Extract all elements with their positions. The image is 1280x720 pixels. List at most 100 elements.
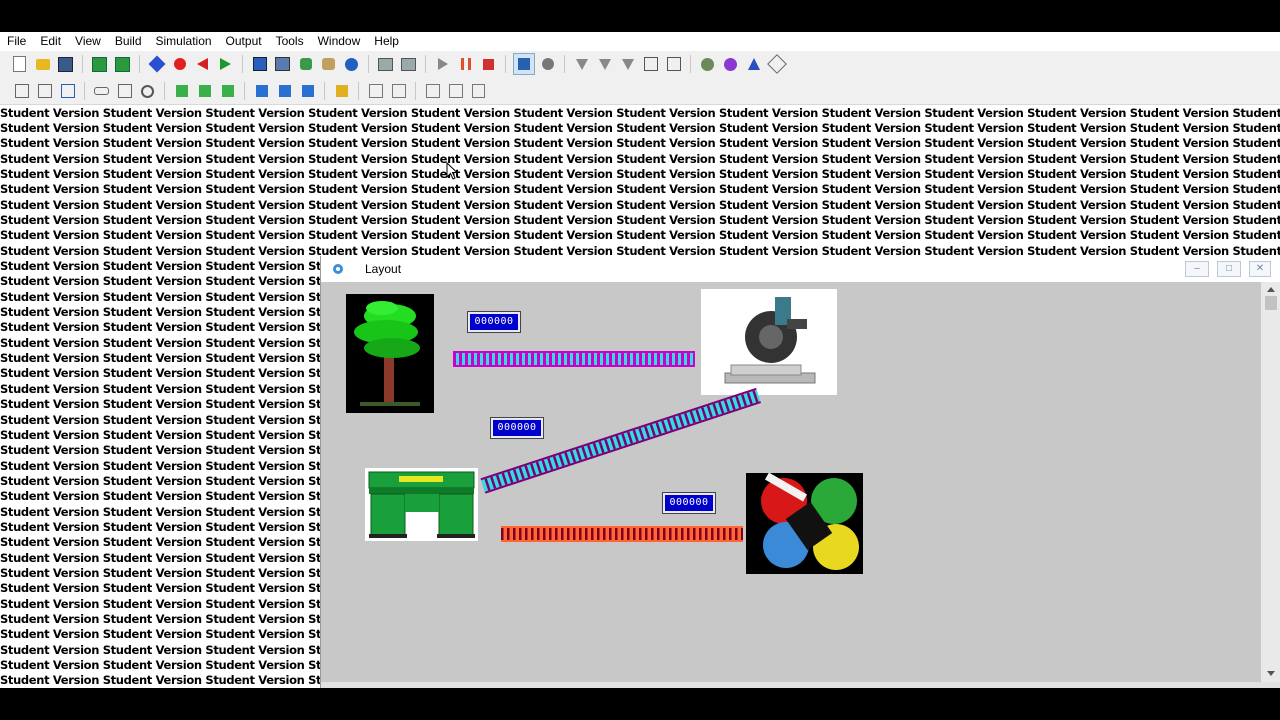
filter-icon[interactable] xyxy=(595,54,615,74)
watermark-line: Student Version Student Version Student … xyxy=(0,581,322,596)
tree-source-picture[interactable] xyxy=(346,294,434,413)
watermark-line: Student Version Student Version Student … xyxy=(0,412,322,427)
windows-icon[interactable] xyxy=(399,54,419,74)
menu-file[interactable]: File xyxy=(0,32,33,51)
watermark-line: Student Version Student Version Student … xyxy=(0,673,322,688)
rebuild-icon[interactable] xyxy=(113,54,133,74)
watermark-line: Student Version Student Version Student … xyxy=(0,612,322,627)
minimize-button[interactable]: – xyxy=(1185,261,1209,277)
tools-icon[interactable] xyxy=(698,54,718,74)
filter-icon[interactable] xyxy=(618,54,638,74)
shapes-icon[interactable] xyxy=(766,54,787,74)
import-icon[interactable] xyxy=(423,81,443,101)
checkpoint-icon[interactable] xyxy=(147,54,167,74)
build-icon[interactable] xyxy=(90,54,110,74)
menu-simulation[interactable]: Simulation xyxy=(149,32,219,51)
chart-icon[interactable] xyxy=(664,54,684,74)
pause-icon[interactable] xyxy=(456,54,476,74)
triangle-icon[interactable] xyxy=(744,54,764,74)
watermark-line: Student Version Student Version Student … xyxy=(0,351,322,366)
menu-edit[interactable]: Edit xyxy=(33,32,68,51)
edit-chart-icon[interactable] xyxy=(641,54,661,74)
menu-output[interactable]: Output xyxy=(219,32,269,51)
conveyor-tree-to-saw[interactable] xyxy=(453,351,695,367)
toolbar-separator xyxy=(139,55,140,73)
speed-icon[interactable] xyxy=(538,54,558,74)
letter-m-icon[interactable] xyxy=(252,81,272,101)
watermark-line: Student Version Student Version Student … xyxy=(0,504,322,519)
watermark-line: Student Version Student Version Student … xyxy=(0,596,322,611)
grid-icon[interactable] xyxy=(12,81,32,101)
menu-build[interactable]: Build xyxy=(108,32,149,51)
attributes-icon[interactable] xyxy=(389,81,409,101)
letter-u-icon[interactable] xyxy=(298,81,318,101)
lathe-machine-picture[interactable] xyxy=(365,468,478,541)
filter-icon[interactable] xyxy=(572,54,592,74)
properties-icon[interactable] xyxy=(366,81,386,101)
table-icon[interactable] xyxy=(115,81,135,101)
horizontal-scrollbar[interactable] xyxy=(321,682,1280,688)
layout-titlebar[interactable]: Layout – □ ✕ xyxy=(321,256,1280,282)
saw-machine-picture[interactable] xyxy=(701,289,837,395)
open-folder-icon[interactable] xyxy=(33,54,53,74)
watermark-line: Student Version Student Version Student … xyxy=(0,550,322,565)
paint-station-picture[interactable] xyxy=(746,473,863,574)
maximize-button[interactable]: □ xyxy=(1217,261,1241,277)
export-icon[interactable] xyxy=(446,81,466,101)
variable-icon[interactable] xyxy=(332,81,352,101)
cycle-icon[interactable] xyxy=(721,54,741,74)
back-arrow-icon[interactable] xyxy=(193,54,213,74)
chop-saw-image xyxy=(724,297,816,384)
tree-counter: 000000 xyxy=(467,311,521,333)
watermark-line: Student Version Student Version Student … xyxy=(0,212,1280,227)
pipe-icon[interactable] xyxy=(319,54,339,74)
stop-record-icon[interactable] xyxy=(170,54,190,74)
save-icon[interactable] xyxy=(56,54,76,74)
menu-bar: File Edit View Build Simulation Output T… xyxy=(0,32,1280,51)
watermark-line: Student Version Student Version Student … xyxy=(0,289,322,304)
scroll-thumb[interactable] xyxy=(1265,296,1277,310)
middle-counter: 000000 xyxy=(490,417,544,439)
forward-arrow-icon[interactable] xyxy=(216,54,236,74)
menu-window[interactable]: Window xyxy=(311,32,368,51)
run-icon[interactable] xyxy=(433,54,453,74)
watermark-line: Student Version Student Version Student … xyxy=(0,105,1280,120)
new-file-icon[interactable] xyxy=(10,54,30,74)
animation-icon[interactable] xyxy=(512,53,535,75)
link-icon[interactable] xyxy=(92,81,112,101)
menu-help[interactable]: Help xyxy=(367,32,406,51)
zoom-icon[interactable] xyxy=(138,81,158,101)
close-button[interactable]: ✕ xyxy=(1249,261,1271,277)
paint-counter: 000000 xyxy=(662,492,716,514)
element-cube-icon[interactable] xyxy=(250,54,270,74)
delete-icon[interactable] xyxy=(469,81,489,101)
layout-icon[interactable] xyxy=(35,81,55,101)
watermark-line: Student Version Student Version Student … xyxy=(0,519,322,534)
layout-window-icon xyxy=(333,264,343,274)
scroll-down-arrow-icon[interactable] xyxy=(1267,671,1275,676)
menu-view[interactable]: View xyxy=(68,32,108,51)
letter-y-icon[interactable] xyxy=(218,81,238,101)
stop-icon[interactable] xyxy=(479,54,499,74)
info-icon[interactable] xyxy=(342,54,362,74)
menu-tools[interactable]: Tools xyxy=(269,32,311,51)
letter-a-icon[interactable] xyxy=(172,81,192,101)
scroll-up-arrow-icon[interactable] xyxy=(1267,287,1275,292)
letter-s-icon[interactable] xyxy=(275,81,295,101)
watermark-line: Student Version Student Version Student … xyxy=(0,381,322,396)
app-window: File Edit View Build Simulation Output T… xyxy=(0,32,1280,688)
toolbar-separator xyxy=(358,82,359,100)
toolbar-separator xyxy=(244,82,245,100)
layout-canvas[interactable]: 000000 000000 000000 xyxy=(321,282,1261,682)
element-icon[interactable] xyxy=(273,54,293,74)
display-icon[interactable] xyxy=(376,54,396,74)
view-icon[interactable] xyxy=(58,81,78,101)
watermark-line: Student Version Student Version Student … xyxy=(0,658,322,673)
route-icon[interactable] xyxy=(296,54,316,74)
conveyor-saw-to-lathe[interactable] xyxy=(480,387,761,494)
watermark-line: Student Version Student Version Student … xyxy=(0,120,1280,135)
conveyor-lathe-to-paint[interactable] xyxy=(501,526,743,542)
vertical-scrollbar[interactable] xyxy=(1261,282,1280,682)
letter-v-icon[interactable] xyxy=(195,81,215,101)
watermark-line: Student Version Student Version Student … xyxy=(0,366,322,381)
